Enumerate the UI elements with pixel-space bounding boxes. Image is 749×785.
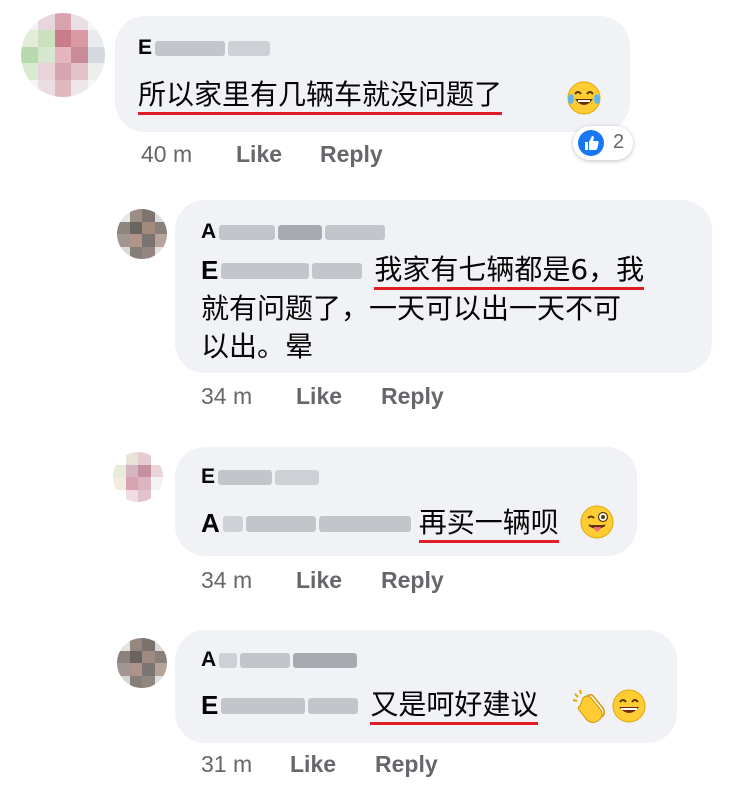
grinning-emoji: [611, 688, 647, 728]
reply-button[interactable]: Reply: [375, 751, 438, 778]
reply-button[interactable]: Reply: [320, 141, 383, 168]
reply-button[interactable]: Reply: [381, 383, 444, 410]
laughing-tears-emoji: [566, 80, 602, 120]
redacted-mention[interactable]: [222, 516, 243, 532]
mention-initial[interactable]: E: [201, 255, 218, 285]
like-button[interactable]: Like: [296, 567, 342, 594]
redacted-name: [325, 224, 386, 240]
avatar[interactable]: [117, 209, 167, 259]
comment-text-line: 以出。晕: [201, 330, 314, 363]
thumbs-up-icon: [578, 130, 604, 156]
redacted-mention[interactable]: [221, 263, 310, 279]
avatar[interactable]: [113, 452, 163, 502]
reply-button[interactable]: Reply: [381, 567, 444, 594]
avatar[interactable]: [21, 13, 105, 97]
redacted-name: [219, 652, 238, 668]
comment-text-line: 就有问题了，一天可以出一天不可: [201, 292, 622, 325]
comment-timestamp[interactable]: 40 m: [141, 141, 192, 168]
like-button[interactable]: Like: [236, 141, 282, 168]
author-initial: E: [138, 36, 153, 59]
redacted-name: [278, 224, 323, 240]
comment-author[interactable]: E: [201, 465, 320, 489]
author-initial: A: [201, 648, 217, 671]
redacted-mention[interactable]: [308, 698, 359, 714]
reaction-count-number: 2: [613, 131, 625, 153]
redacted-name: [219, 224, 276, 240]
comment-author[interactable]: A: [201, 648, 358, 672]
comment-text: E 又是呵好建议: [201, 685, 539, 725]
comment-text: A 再买一辆呗: [201, 503, 559, 543]
redacted-name: [218, 469, 273, 485]
redacted-mention[interactable]: [318, 516, 411, 532]
redacted-mention[interactable]: [221, 698, 306, 714]
comment-text-content: 我家有七辆都是6，我: [374, 253, 645, 290]
comment-author[interactable]: E: [138, 36, 271, 60]
clapping-hands-emoji: [571, 688, 609, 730]
comment-text-content: 又是呵好建议: [370, 688, 539, 725]
mention-initial[interactable]: E: [201, 690, 218, 720]
reaction-count[interactable]: 2: [573, 126, 633, 160]
redacted-name: [275, 469, 320, 485]
comment-text-content: 再买一辆呗: [418, 506, 559, 543]
comment-text: 所以家里有几辆车就没问题了: [138, 75, 503, 115]
redacted-name: [155, 40, 226, 56]
comment-text-content: 所以家里有几辆车就没问题了: [138, 78, 503, 115]
like-button[interactable]: Like: [296, 383, 342, 410]
avatar[interactable]: [117, 638, 167, 688]
author-initial: E: [201, 465, 216, 488]
like-button[interactable]: Like: [290, 751, 336, 778]
author-initial: A: [201, 220, 217, 243]
comment-author[interactable]: A: [201, 220, 386, 244]
comment-timestamp[interactable]: 31 m: [201, 751, 252, 778]
redacted-name: [240, 652, 291, 668]
comment-timestamp[interactable]: 34 m: [201, 383, 252, 410]
comment-text: E 我家有七辆都是6，我: [201, 250, 645, 290]
winking-tongue-emoji: [579, 504, 615, 544]
comment-timestamp[interactable]: 34 m: [201, 567, 252, 594]
redacted-name: [293, 652, 358, 668]
redacted-mention[interactable]: [245, 516, 316, 532]
mention-initial[interactable]: A: [201, 508, 220, 538]
redacted-mention[interactable]: [312, 263, 363, 279]
redacted-name: [228, 40, 271, 56]
